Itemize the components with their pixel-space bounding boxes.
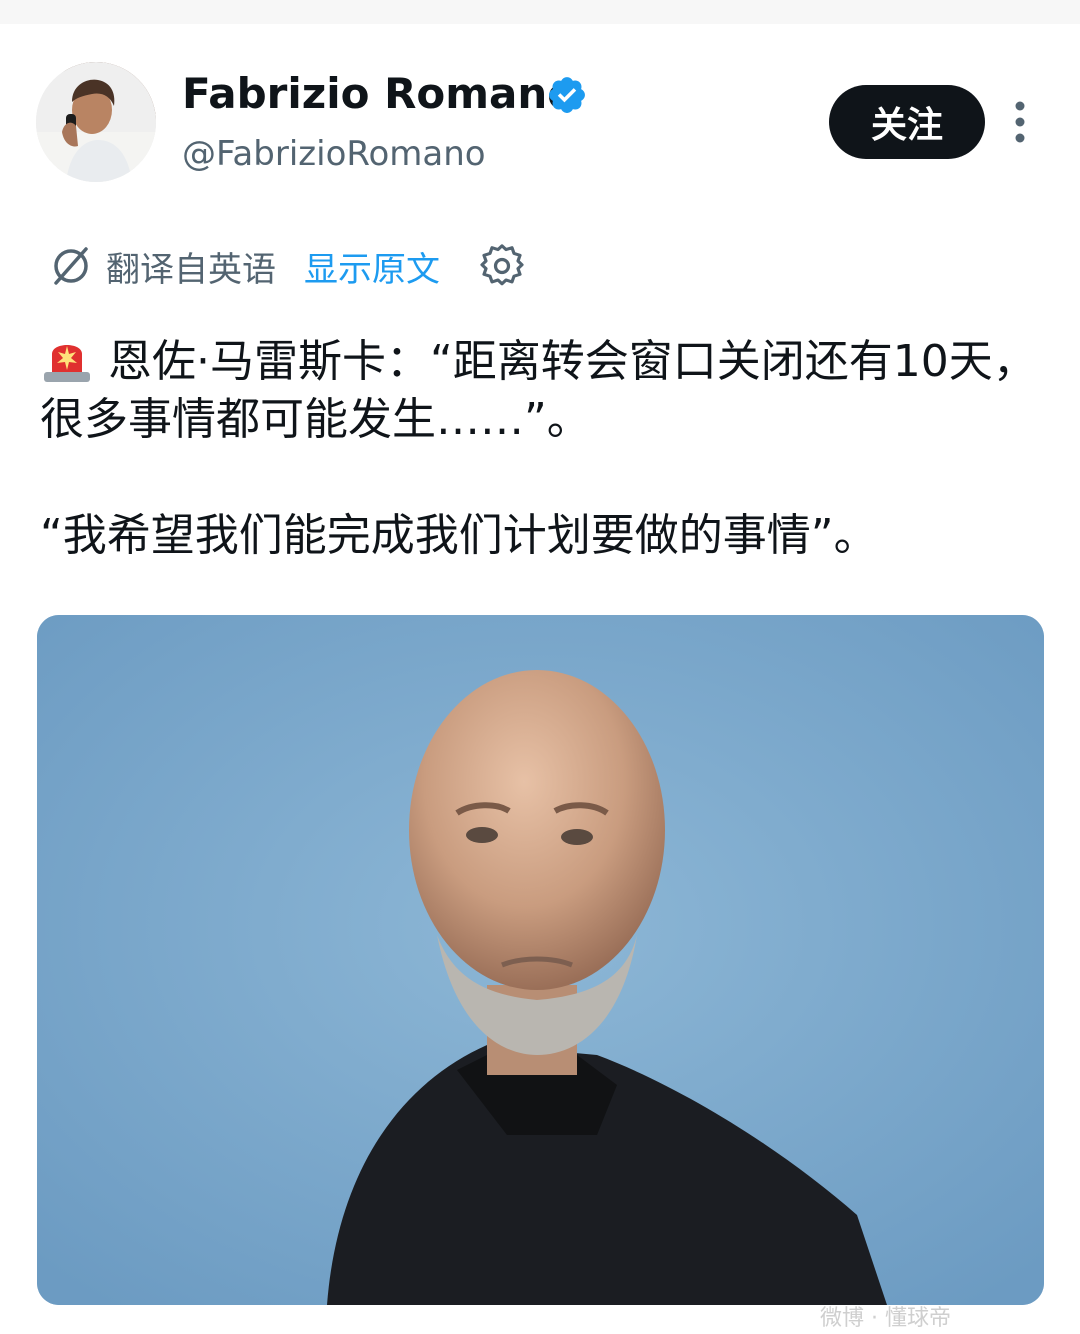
avatar[interactable] [36,62,156,182]
photo-image [37,615,1044,1305]
more-vertical-icon[interactable] [1004,98,1036,146]
show-original-link[interactable]: 显示原文 [304,242,440,291]
avatar-image [36,62,156,182]
tweet-line-2: “我希望我们能完成我们计划要做的事情”。 [40,510,878,561]
user-handle[interactable]: @FabrizioRomano [182,134,486,174]
translate-icon [54,247,88,285]
tweet-line-1: 恩佐·马雷斯卡：“距离转会窗口关闭还有10天，很多事情都可能发生……”。 [40,336,1037,445]
tweet-text: 恩佐·马雷斯卡：“距离转会窗口关闭还有10天，很多事情都可能发生……”。 “我希… [40,330,1050,565]
gear-icon[interactable] [480,244,524,288]
watermark: 微博 · 懂球帝 [820,1306,951,1331]
translation-notice: 翻译自英语 [106,249,276,290]
top-strip [0,0,1080,24]
police-light-emoji-icon [44,345,90,382]
verified-badge-icon [549,77,585,113]
follow-button[interactable]: 关注 [829,85,985,159]
display-name[interactable]: Fabrizio Romano [182,70,576,118]
tweet-paragraph-1: 恩佐·马雷斯卡：“距离转会窗口关闭还有10天，很多事情都可能发生……”。 [40,330,1050,449]
tweet-photo[interactable] [37,615,1044,1305]
translation-bar: 翻译自英语 显示原文 [48,240,524,292]
